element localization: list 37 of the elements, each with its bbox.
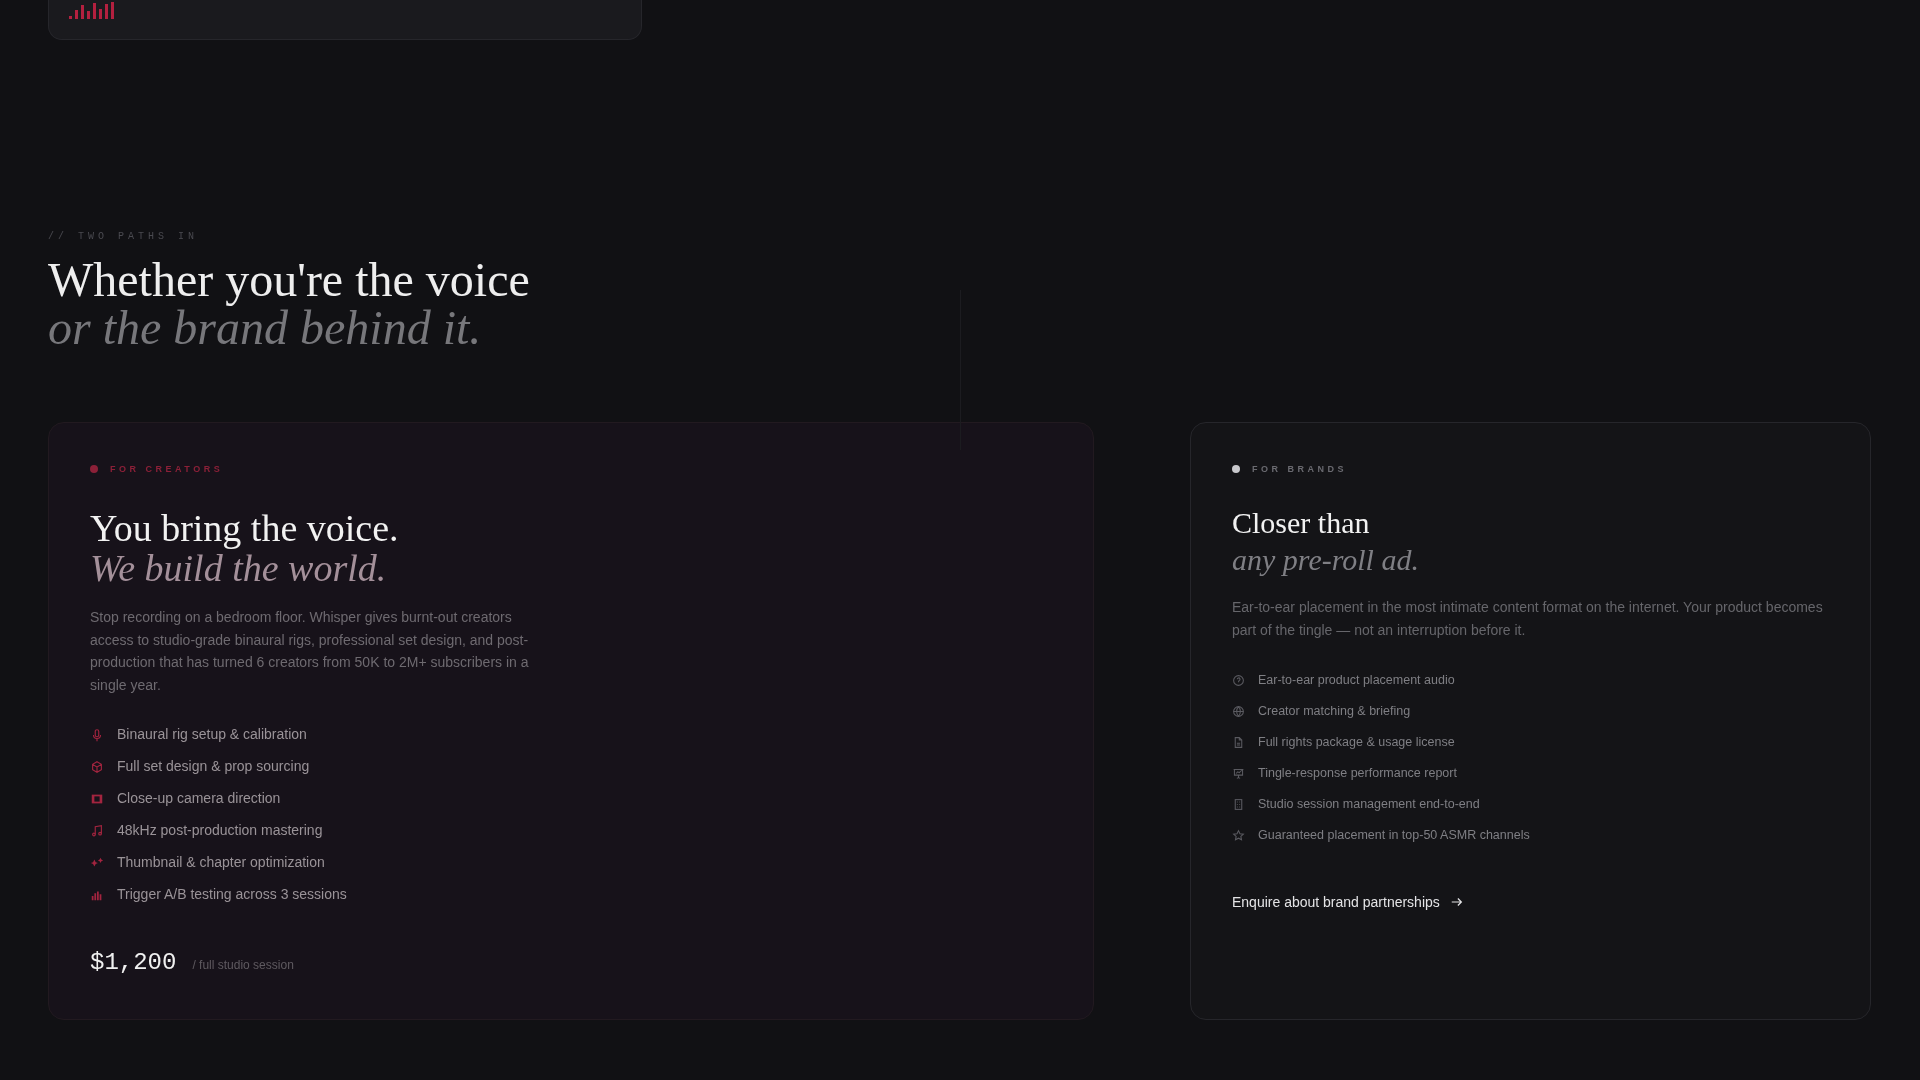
card-subtitle: We build the world.: [90, 548, 388, 588]
waveform-icon: [69, 1, 117, 19]
feature-text: Close-up camera direction: [117, 789, 281, 808]
feature-text: Full set design & prop sourcing: [117, 757, 310, 776]
card-title: You bring the voice.: [90, 508, 400, 548]
globe-icon: [1232, 704, 1245, 718]
feature-text: 48kHz post-production mastering: [117, 821, 323, 840]
bullet-dot: [1232, 465, 1240, 473]
building-icon: [1232, 797, 1245, 811]
feature-text: Thumbnail & chapter optimization: [117, 853, 325, 872]
feature-text: Trigger A/B testing across 3 sessions: [117, 885, 347, 904]
card-description: Ear-to-ear placement in the most intimate content format on the internet. Your product becomes part of the tingle — not an interruption before it.: [1232, 598, 1824, 640]
price: $1,200: [90, 949, 177, 976]
card-description: Stop recording on a bedroom floor. Whisper gives burnt-out creators access to studio-grade binaural rigs, professional set design, and post-production that has turned 6 creators from 50K to 2M+ subscribers in a single year.: [90, 608, 530, 695]
section-eyebrow: // TWO PATHS IN: [48, 231, 199, 242]
price-note: / full studio session: [192, 958, 294, 972]
document-icon: [1232, 735, 1245, 749]
star-icon: [1232, 828, 1245, 842]
card-label: FOR BRANDS: [1252, 464, 1347, 474]
section-heading: Whether you're the voice: [48, 256, 531, 304]
microphone-icon: [90, 727, 104, 742]
presentation-icon: [1232, 766, 1245, 780]
bullet-dot: [90, 465, 98, 473]
feature-text: Studio session management end-to-end: [1258, 796, 1480, 813]
card-label: FOR CREATORS: [110, 464, 224, 474]
feature-text: Creator matching & briefing: [1258, 703, 1411, 720]
card-title: Closer than: [1232, 505, 1371, 541]
music-note-icon: [90, 823, 104, 838]
feature-text: Full rights package & usage license: [1258, 734, 1455, 751]
feature-text: Guaranteed placement in top-50 ASMR channels: [1258, 827, 1530, 844]
card-subtitle: any pre-roll ad.: [1232, 542, 1420, 578]
feature-text: Binaural rig setup & calibration: [117, 725, 307, 744]
feature-text: Ear-to-ear product placement audio: [1258, 672, 1455, 689]
arrow-icon: [1449, 895, 1464, 909]
partnership-link[interactable]: Enquire about brand partnerships: [1232, 894, 1464, 910]
feature-text: Tingle-response performance report: [1258, 765, 1457, 782]
cube-icon: [90, 759, 104, 774]
